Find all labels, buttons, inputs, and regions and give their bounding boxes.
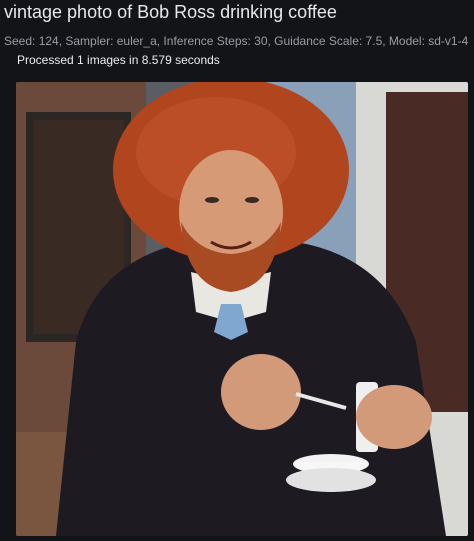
processing-status: Processed 1 images in 8.579 seconds — [17, 53, 220, 67]
generated-image[interactable] — [16, 82, 468, 536]
generated-image-artwork — [16, 82, 468, 536]
generation-settings: Seed: 124, Sampler: euler_a, Inference S… — [4, 34, 469, 48]
prompt-title: vintage photo of Bob Ross drinking coffe… — [4, 2, 337, 22]
